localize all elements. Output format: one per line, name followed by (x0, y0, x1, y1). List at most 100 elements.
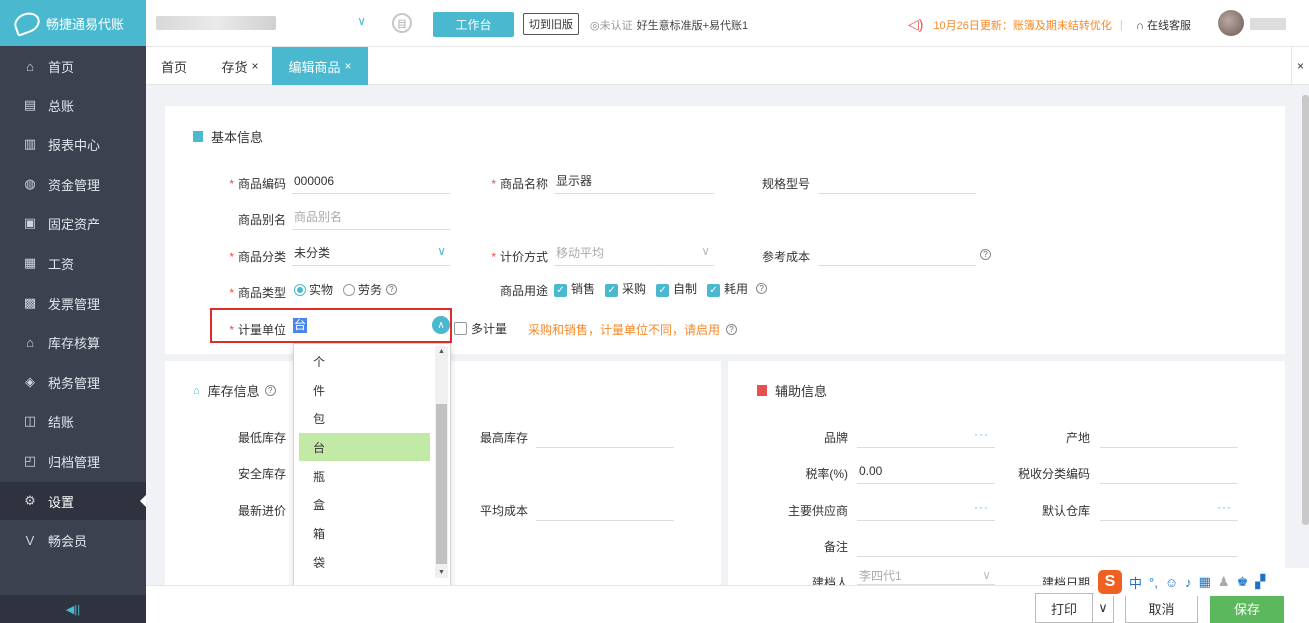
type-option-physical[interactable]: 实物 (294, 281, 333, 298)
ime-toolbar[interactable]: S 中 °, ☺ ♪ ▦ ♟ ♚ ▞ (1094, 568, 1309, 596)
unit-option[interactable]: 台 (299, 433, 430, 461)
calendar-icon[interactable]: 目 (392, 13, 412, 33)
default-warehouse-input[interactable]: ··· (1100, 495, 1238, 521)
supplier-input[interactable]: ··· (857, 495, 995, 521)
sidebar-item-invoice[interactable]: ▩ 发票管理 (0, 284, 146, 322)
tab-inventory[interactable]: 存货 × (210, 47, 270, 85)
close-all-tabs-icon[interactable]: × (1291, 47, 1309, 85)
sidebar-item-label: 总账 (48, 98, 75, 114)
sidebar-item-label: 报表中心 (48, 137, 101, 153)
ime-punct[interactable]: °, (1149, 575, 1158, 590)
brand-input[interactable]: ··· (857, 422, 995, 448)
keyboard-icon[interactable]: ▦ (1199, 574, 1211, 590)
unit-option[interactable]: 包 (299, 404, 430, 432)
collapse-icon: ◀|| (65, 603, 81, 616)
unit-option[interactable]: 件 (299, 376, 430, 404)
company-selector[interactable]: ∨ (156, 10, 366, 36)
more-icon[interactable]: ··· (974, 500, 989, 514)
alias-input[interactable]: 商品别名 (292, 204, 450, 230)
help-icon[interactable]: ? (980, 249, 991, 260)
sidebar-item-gear[interactable]: ⚙ 设置 (0, 482, 146, 520)
sidebar-item-archive[interactable]: ◰ 归档管理 (0, 442, 146, 480)
shirt-icon[interactable]: ♚ (1237, 574, 1249, 590)
usage-self-made-checkbox[interactable]: ✓ 自制 (656, 280, 697, 297)
type-option-service[interactable]: 劳务 (343, 281, 382, 298)
sidebar-item-label: 首页 (48, 59, 75, 75)
unit-select[interactable]: 台 ∧ (293, 316, 450, 338)
tab-edit-product[interactable]: 编辑商品 × (272, 47, 368, 85)
warehouse-icon: ⌂ (26, 334, 34, 350)
unit-option[interactable]: 瓶 (299, 462, 430, 490)
microphone-icon[interactable]: ♪ (1185, 575, 1192, 590)
close-icon[interactable]: × (345, 59, 352, 73)
sidebar-collapse-button[interactable]: ◀|| (0, 595, 146, 623)
update-notice[interactable]: ◁) 10月26日更新：账簿及期末结转优化 | (908, 16, 1131, 33)
multi-unit-checkbox[interactable]: 多计量 (454, 320, 507, 337)
more-icon[interactable]: ··· (974, 427, 989, 441)
sidebar-item-vip[interactable]: V 畅会员 (0, 521, 146, 559)
ime-lang[interactable]: 中 (1129, 573, 1142, 592)
tax-rate-input[interactable]: 0.00 (857, 458, 995, 484)
spec-input[interactable] (818, 168, 976, 194)
sidebar-item-tax[interactable]: ◈ 税务管理 (0, 363, 146, 401)
save-button[interactable]: 保存 (1210, 593, 1284, 623)
origin-input[interactable] (1100, 422, 1238, 448)
company-name-blurred (156, 16, 276, 30)
max-stock-input[interactable] (536, 422, 674, 448)
avatar[interactable] (1218, 10, 1244, 36)
scroll-up-icon[interactable]: ▲ (438, 348, 445, 355)
scroll-down-icon[interactable]: ▼ (438, 569, 445, 576)
print-options-button[interactable]: ∨ (1092, 593, 1114, 623)
remark-input[interactable] (857, 531, 1238, 557)
unit-option[interactable]: 箱 (299, 519, 430, 547)
app-logo[interactable]: 畅捷通易代账 (0, 0, 146, 46)
scrollbar-thumb[interactable] (436, 404, 447, 564)
more-icon[interactable]: ··· (1217, 500, 1232, 514)
archive-icon: ◰ (23, 453, 37, 468)
usage-purchase-checkbox[interactable]: ✓ 采购 (605, 280, 646, 297)
grid-icon[interactable]: ▞ (1255, 574, 1265, 590)
product-name-input[interactable]: 显示器 (554, 168, 714, 194)
emoji-icon[interactable]: ☺ (1165, 575, 1178, 590)
switch-old-version-button[interactable]: 切到旧版 (523, 13, 579, 35)
user-icon[interactable]: ♟ (1218, 574, 1230, 590)
tab-home[interactable]: 首页 (146, 47, 202, 85)
unit-option[interactable]: 个 (299, 347, 430, 375)
sidebar-item-ledger[interactable]: ▤ 总账 (0, 86, 146, 124)
chevron-up-icon[interactable]: ∧ (432, 316, 450, 334)
dropdown-scrollbar[interactable]: ▲ ▼ (435, 346, 448, 578)
print-button[interactable]: 打印 (1035, 593, 1093, 623)
online-service-link[interactable]: ∩ 在线客服 (1136, 17, 1191, 33)
sidebar-item-label: 结账 (48, 414, 75, 430)
sidebar-item-label: 库存核算 (48, 335, 101, 351)
help-icon[interactable]: ? (756, 283, 768, 294)
page-scrollbar[interactable] (1302, 95, 1309, 525)
category-select[interactable]: 未分类 ∨ (292, 240, 450, 266)
average-cost-input[interactable] (536, 495, 674, 521)
sidebar-item-salary[interactable]: ▦ 工资 (0, 244, 146, 282)
sidebar-item-money-bag[interactable]: ◍ 资金管理 (0, 165, 146, 203)
usage-sale-checkbox[interactable]: ✓ 销售 (554, 280, 595, 297)
help-icon[interactable]: ? (264, 385, 276, 396)
sidebar-item-home[interactable]: ⌂ 首页 (0, 47, 146, 85)
sidebar-item-label: 工资 (48, 256, 75, 272)
username-blurred[interactable] (1250, 18, 1286, 30)
product-code-input[interactable]: 000006 (292, 168, 450, 194)
help-icon[interactable]: ? (386, 284, 398, 295)
unit-option[interactable]: 盒 (299, 490, 430, 518)
cancel-button[interactable]: 取消 (1125, 593, 1198, 623)
sidebar-item-asset[interactable]: ▣ 固定资产 (0, 204, 146, 242)
sidebar-item-warehouse[interactable]: ⌂ 库存核算 (0, 323, 146, 361)
workbench-button[interactable]: 工作台 (433, 12, 514, 37)
sidebar-item-checkout[interactable]: ◫ 结账 (0, 402, 146, 440)
sidebar-item-chart[interactable]: ▥ 报表中心 (0, 125, 146, 163)
close-icon[interactable]: × (252, 59, 259, 73)
help-icon[interactable]: ? (726, 324, 738, 335)
checkbox-checked-icon: ✓ (605, 284, 619, 297)
unit-option[interactable]: 袋 (299, 548, 430, 576)
reference-cost-input[interactable] (818, 240, 976, 266)
usage-consume-checkbox[interactable]: ✓ 耗用 (707, 280, 748, 297)
creator-select[interactable]: 李四代1 ∨ (857, 567, 995, 585)
pricing-method-select[interactable]: 移动平均 ∨ (554, 240, 714, 266)
tax-code-input[interactable] (1100, 458, 1238, 484)
